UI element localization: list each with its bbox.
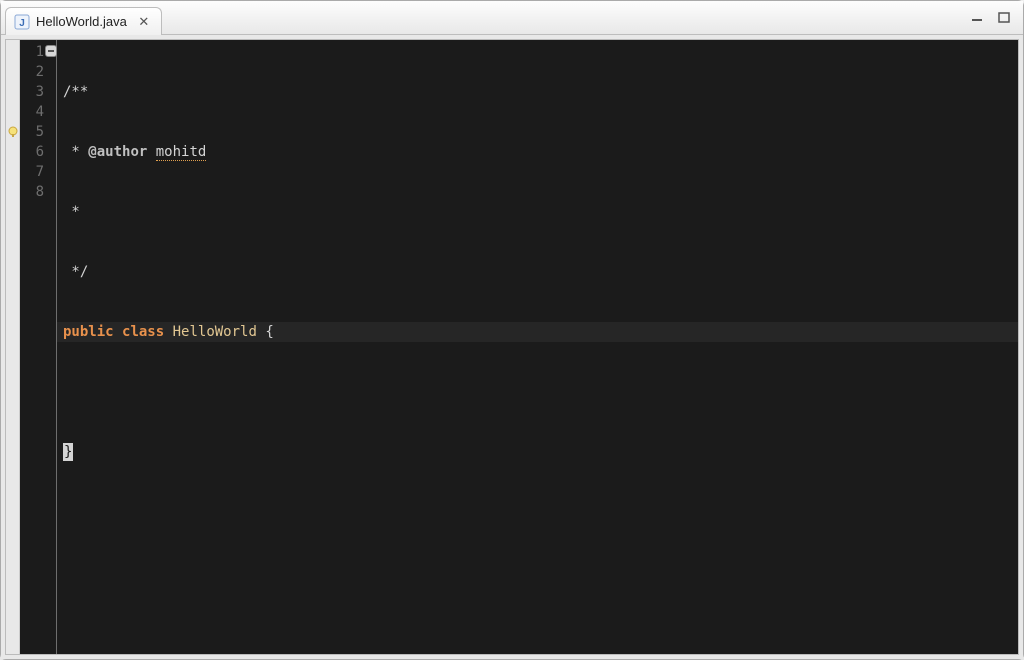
- line-number[interactable]: 5: [20, 122, 44, 142]
- line-number[interactable]: 7: [20, 162, 44, 182]
- space-token: [147, 144, 155, 160]
- classname-token: HelloWorld: [173, 324, 257, 340]
- comment-token: */: [63, 264, 88, 280]
- editor-frame: 12345678 /** * @author mohitd * */ publi…: [5, 39, 1019, 655]
- code-line[interactable]: *: [63, 202, 1018, 222]
- code-line[interactable]: [63, 382, 1018, 402]
- maximize-view-icon[interactable]: [997, 12, 1013, 24]
- comment-token: *: [63, 144, 88, 160]
- keyword-token: public: [63, 324, 114, 340]
- code-area[interactable]: /** * @author mohitd * */ public class H…: [57, 40, 1018, 654]
- editor-window: J HelloWorld.java ✕: [1, 1, 1023, 659]
- space-token: [114, 324, 122, 340]
- svg-text:J: J: [19, 18, 25, 29]
- comment-token: /**: [63, 84, 88, 100]
- code-line[interactable]: }: [63, 442, 1018, 462]
- author-name-token: mohitd: [156, 144, 207, 161]
- code-line[interactable]: [63, 502, 1018, 522]
- marker-bar[interactable]: [6, 40, 20, 654]
- line-number[interactable]: 8: [20, 182, 44, 202]
- tabbar-actions: [971, 1, 1023, 34]
- keyword-token: class: [122, 324, 164, 340]
- file-tab[interactable]: J HelloWorld.java ✕: [5, 7, 162, 35]
- code-line[interactable]: * @author mohitd: [63, 142, 1018, 162]
- line-number[interactable]: 1: [20, 42, 44, 62]
- line-number-gutter[interactable]: 12345678: [20, 40, 50, 654]
- code-line[interactable]: /**: [63, 82, 1018, 102]
- javadoc-tag-token: @author: [88, 144, 147, 160]
- quickfix-bulb-icon[interactable]: [7, 125, 19, 137]
- line-number[interactable]: 6: [20, 142, 44, 162]
- minimize-view-icon[interactable]: [971, 12, 987, 24]
- close-icon[interactable]: ✕: [137, 15, 151, 29]
- java-file-icon: J: [14, 14, 30, 30]
- fold-collapse-icon[interactable]: [45, 45, 57, 57]
- code-line-current[interactable]: public class HelloWorld {: [57, 322, 1018, 342]
- editor-outer: 12345678 /** * @author mohitd * */ publi…: [1, 35, 1023, 659]
- comment-token: *: [63, 204, 80, 220]
- line-number[interactable]: 2: [20, 62, 44, 82]
- tab-filename: HelloWorld.java: [36, 14, 127, 29]
- cursor: }: [63, 443, 73, 461]
- line-number[interactable]: 3: [20, 82, 44, 102]
- space-token: [164, 324, 172, 340]
- brace-token: {: [265, 324, 273, 340]
- code-line[interactable]: */: [63, 262, 1018, 282]
- tab-bar: J HelloWorld.java ✕: [1, 1, 1023, 35]
- line-number[interactable]: 4: [20, 102, 44, 122]
